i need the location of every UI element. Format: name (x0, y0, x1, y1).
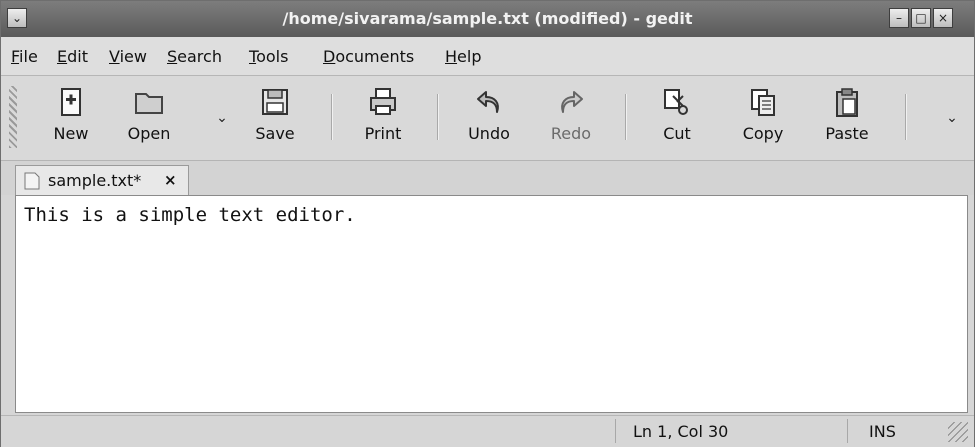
floppy-icon (262, 89, 288, 115)
cursor-position: Ln 1, Col 30 (633, 422, 729, 441)
save-label: Save (255, 124, 295, 143)
editor-content[interactable]: This is a simple text editor. (24, 204, 356, 226)
toolbar-separator (625, 94, 627, 140)
window-title: /home/sivarama/sample.txt (modified) - g… (282, 9, 693, 28)
scissors-icon (664, 89, 688, 115)
undo-icon (477, 91, 499, 113)
maximize-button[interactable]: □ (911, 8, 931, 28)
resize-grip[interactable] (948, 422, 968, 442)
menu-bar: File Edit View Search Tools Documents He… (1, 37, 974, 76)
copy-icon (751, 89, 775, 116)
open-label: Open (127, 124, 171, 143)
print-button[interactable]: Print (347, 82, 419, 154)
cut-label: Cut (663, 124, 691, 143)
document-icon (24, 172, 40, 190)
menu-view[interactable]: View (109, 47, 147, 66)
undo-label: Undo (468, 124, 510, 143)
open-recent-dropdown[interactable]: ⌄ (213, 110, 231, 128)
status-separator (615, 419, 616, 443)
close-window-button[interactable]: × (933, 8, 953, 28)
chevron-down-icon: ⌄ (946, 110, 958, 126)
clipboard-icon (836, 88, 858, 117)
toolbar-grip[interactable] (9, 86, 17, 148)
menu-help[interactable]: Help (445, 47, 481, 66)
paste-button[interactable]: Paste (811, 82, 883, 154)
paste-label: Paste (825, 124, 869, 143)
menu-tools[interactable]: Tools (249, 47, 288, 66)
copy-button[interactable]: Copy (727, 82, 799, 154)
toolbar-separator (905, 94, 907, 140)
chevron-down-icon: ⌄ (216, 110, 228, 126)
printer-icon (370, 88, 396, 115)
menu-file[interactable]: File (11, 47, 38, 66)
open-button[interactable]: Open (113, 82, 185, 154)
toolbar-separator (331, 94, 333, 140)
document-tabs: sample.txt* × (1, 161, 974, 195)
status-separator (847, 419, 848, 443)
copy-label: Copy (742, 124, 784, 143)
title-bar[interactable]: ⌄ /home/sivarama/sample.txt (modified) -… (1, 1, 974, 38)
close-tab-icon[interactable]: × (164, 171, 177, 189)
toolbar: New Open ⌄ Save Print Undo Redo Cut Copy… (1, 76, 974, 161)
folder-icon (135, 93, 163, 114)
redo-button[interactable]: Redo (535, 82, 607, 154)
menu-documents[interactable]: Documents (323, 47, 414, 66)
status-bar: Ln 1, Col 30 INS (1, 415, 974, 447)
tab-sample-txt[interactable]: sample.txt* × (15, 165, 189, 195)
toolbar-separator (437, 94, 439, 140)
save-button[interactable]: Save (239, 82, 311, 154)
toolbar-overflow-button[interactable]: ⌄ (943, 110, 961, 128)
redo-icon (561, 91, 583, 113)
text-editor-area[interactable]: This is a simple text editor. (15, 195, 968, 413)
gedit-window: ⌄ /home/sivarama/sample.txt (modified) -… (0, 0, 975, 447)
menu-edit[interactable]: Edit (57, 47, 88, 66)
new-button[interactable]: New (35, 82, 107, 154)
redo-label: Redo (550, 124, 592, 143)
print-label: Print (364, 124, 402, 143)
minimize-button[interactable]: – (889, 8, 909, 28)
menu-search[interactable]: Search (167, 47, 222, 66)
tab-label: sample.txt* (48, 171, 142, 190)
cut-button[interactable]: Cut (641, 82, 713, 154)
undo-button[interactable]: Undo (453, 82, 525, 154)
new-label: New (53, 124, 89, 143)
insert-mode: INS (869, 422, 896, 441)
new-document-icon (61, 88, 81, 116)
